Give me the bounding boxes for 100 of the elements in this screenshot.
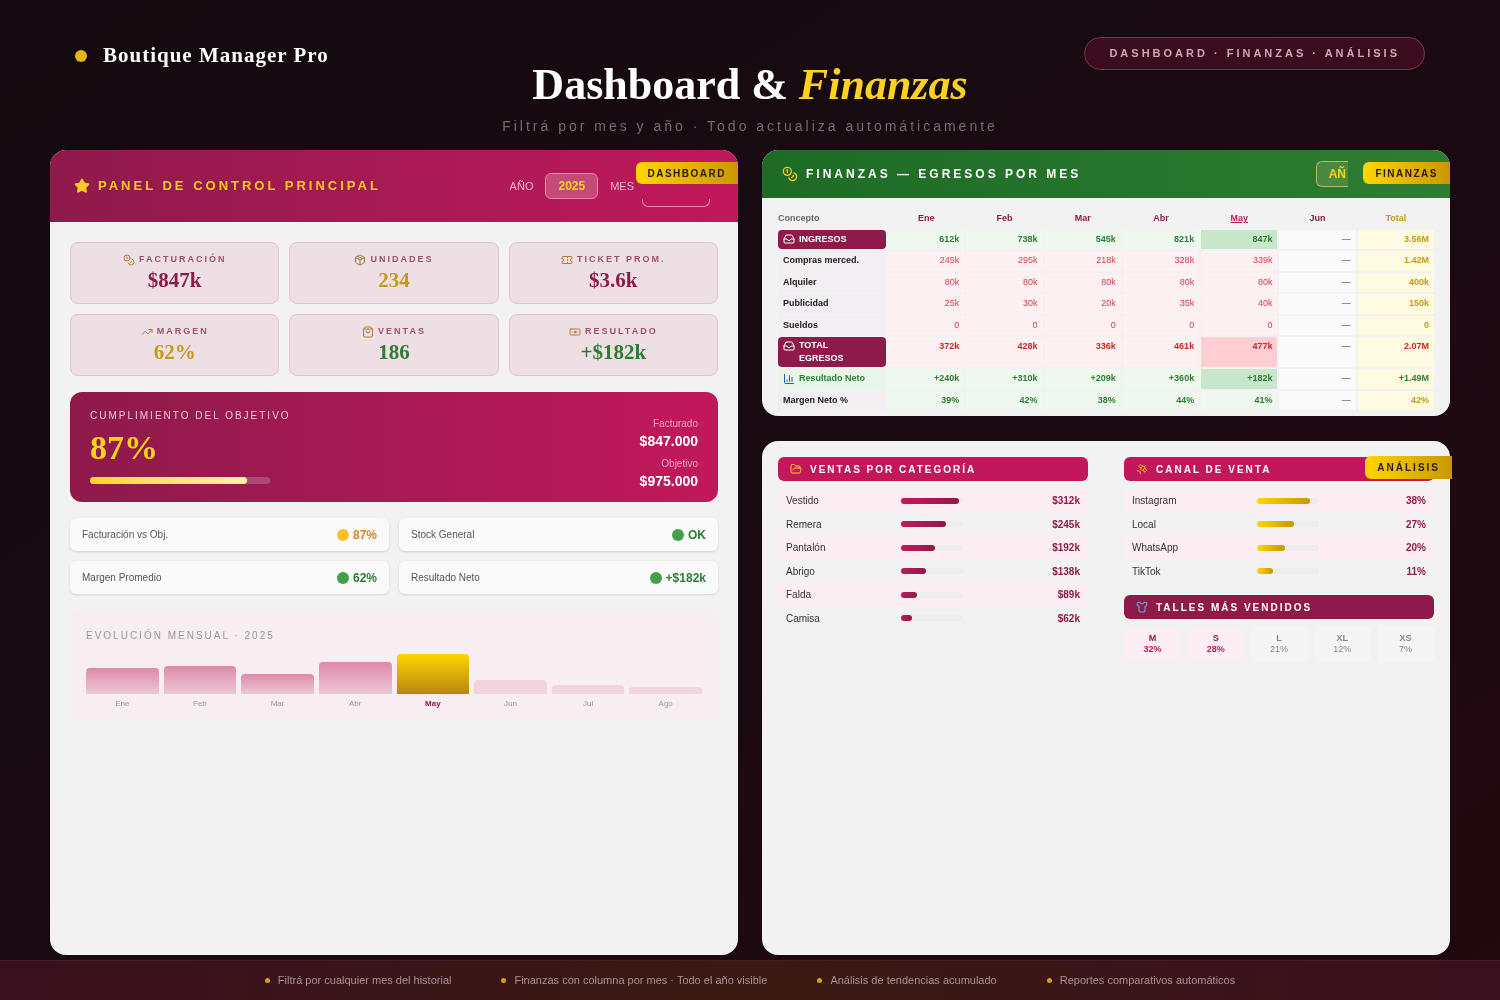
month-label: Abr	[348, 698, 362, 710]
channel-name: Instagram	[1132, 494, 1178, 509]
kpi-value: $847k	[147, 266, 202, 293]
brand-name: Boutique Manager Pro	[103, 42, 329, 69]
section-tag: DASHBOARD	[635, 162, 738, 184]
category-name: Falda	[786, 588, 812, 603]
size-share: 21%	[1270, 644, 1288, 655]
year-field[interactable]: AÑ	[1315, 161, 1348, 187]
target-label: Objetivo	[661, 457, 698, 471]
table-cell: —	[1279, 315, 1356, 335]
table-cell: +310k	[966, 369, 1043, 389]
kpi-label: RESULTADO	[585, 325, 658, 339]
table-cell: 0	[888, 315, 965, 335]
column-header: May	[1229, 212, 1250, 225]
table-cell: 150k	[1357, 294, 1434, 314]
table-cell: 218k	[1044, 251, 1121, 271]
row-label-text: Alquiler	[783, 275, 817, 289]
column-header: Total	[1384, 212, 1408, 225]
coins-icon	[122, 254, 135, 266]
table-cell: +1.49M	[1357, 369, 1434, 389]
table-cell: 0	[1201, 315, 1278, 335]
month-label: May	[425, 698, 441, 710]
month-label: MES	[610, 178, 634, 194]
shirt-icon	[1136, 601, 1148, 613]
row-label-text: Resultado Neto	[799, 372, 865, 385]
table-cell: 44%	[1122, 390, 1200, 410]
kpi-label: FACTURACIÓN	[138, 253, 227, 267]
column-header: Mar	[1073, 212, 1092, 225]
status-value: 87%	[352, 526, 377, 544]
column-header: Jun	[1308, 212, 1327, 225]
category-value: $89k	[1057, 588, 1080, 603]
folder-icon	[790, 463, 802, 475]
bar-chart-icon	[783, 372, 795, 385]
status-label: Resultado Neto	[411, 571, 480, 585]
page-subtitle: Filtrá por mes y año · Todo actualiza automáticamente	[502, 117, 998, 136]
shopping-bag-icon	[362, 326, 375, 338]
kpi-value: 234	[378, 266, 410, 293]
inbox-icon	[783, 233, 795, 246]
table-cell: 545k	[1044, 229, 1121, 249]
table-cell: 38%	[1044, 390, 1121, 410]
row-label-text: Publicidad	[783, 297, 829, 310]
row-label-text: Margen Neto %	[783, 393, 848, 407]
bullet-icon	[1046, 978, 1052, 983]
channel-value: 27%	[1406, 517, 1426, 532]
category-value: $245k	[1052, 517, 1080, 532]
month-label: Jun	[504, 698, 517, 710]
size-share: 12%	[1333, 644, 1352, 655]
table-cell: 821k	[1122, 229, 1200, 249]
table-cell: 30k	[966, 294, 1043, 314]
category-name: Vestido	[786, 494, 820, 509]
table-cell: —	[1279, 390, 1356, 410]
table-cell: 0	[966, 315, 1043, 335]
table-cell: 738k	[966, 229, 1043, 249]
category-value: $312k	[1052, 494, 1080, 509]
goal-percent: 87%	[90, 428, 159, 468]
table-cell: 80k	[1122, 272, 1200, 292]
month-dropdown[interactable]	[642, 199, 710, 207]
column-header: Concepto	[778, 212, 821, 225]
row-label-text: Sueldos	[783, 318, 818, 332]
table-cell: —	[1279, 229, 1356, 249]
footer-note: Reportes comparativos automáticos	[1059, 973, 1236, 989]
table-cell: 336k	[1044, 337, 1121, 367]
footer-note: Finanzas con columna por mes · Todo el año visible	[514, 973, 768, 989]
channels-title: CANAL DE VENTA	[1156, 462, 1272, 477]
status-value: +$182k	[665, 569, 706, 587]
table-cell: 39%	[888, 390, 965, 410]
kpi-label: TICKET PROM.	[577, 253, 666, 267]
footer-note: Filtrá por cualquier mes del historial	[277, 973, 452, 989]
category-value: $62k	[1057, 611, 1080, 626]
row-label-text: TOTAL EGRESOS	[799, 338, 845, 365]
footer-note: Análisis de tendencias acumulado	[830, 973, 997, 989]
kpi-value: $3.6k	[589, 266, 638, 293]
table-cell: 295k	[966, 251, 1043, 271]
table-cell: 80k	[888, 272, 965, 292]
month-label: Ago	[658, 698, 673, 710]
table-cell: 25k	[888, 294, 965, 314]
row-label-text: INGRESOS	[799, 232, 847, 246]
section-tag: FINANZAS	[1363, 162, 1450, 184]
table-cell: +360k	[1122, 369, 1200, 389]
size-share: 7%	[1398, 644, 1412, 655]
table-cell: —	[1279, 337, 1356, 367]
table-cell: 461k	[1122, 337, 1200, 367]
table-cell: +182k	[1201, 369, 1278, 389]
month-label: Feb	[193, 698, 207, 710]
goal-title: CUMPLIMIENTO DEL OBJETIVO	[90, 409, 291, 423]
banknote-icon	[569, 326, 581, 338]
category-name: Pantalón	[786, 541, 827, 556]
table-cell: 245k	[888, 251, 965, 271]
table-cell: 339k	[1201, 251, 1278, 271]
billed-label: Facturado	[652, 417, 698, 431]
trend-up-icon	[140, 326, 153, 338]
year-field[interactable]: 2025	[545, 173, 599, 199]
month-label: Mar	[270, 698, 285, 710]
table-cell: —	[1279, 369, 1356, 389]
table-cell: —	[1279, 294, 1356, 314]
table-cell: 42%	[1357, 390, 1434, 410]
table-cell: 3.56M	[1357, 229, 1434, 249]
table-cell: 428k	[966, 337, 1043, 367]
kpi-label: MARGEN	[156, 325, 209, 339]
size-label: XL	[1336, 633, 1348, 644]
